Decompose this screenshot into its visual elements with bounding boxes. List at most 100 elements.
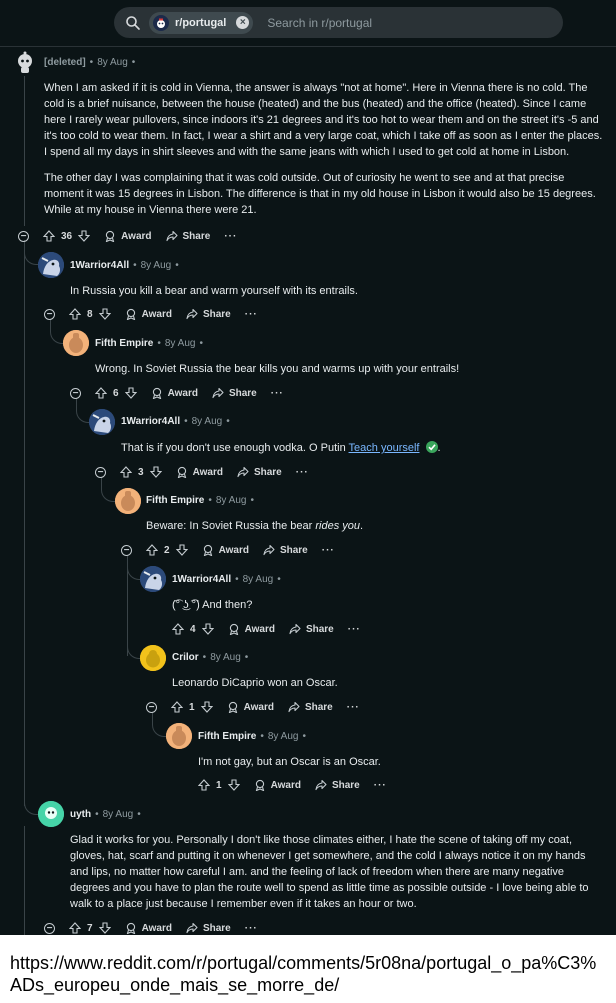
share-icon <box>263 544 275 556</box>
share-button[interactable]: Share <box>237 466 282 478</box>
comment-meta: uyth • 8y Aug • <box>70 809 145 820</box>
downvote-icon[interactable] <box>201 623 214 635</box>
award-button[interactable]: Award <box>151 387 198 399</box>
comment-paragraph: The other day I was complaining that it … <box>44 172 596 216</box>
comment-time: 8y Aug <box>140 260 172 271</box>
avatar[interactable] <box>89 409 115 435</box>
collapse-thread-button[interactable]: − <box>121 544 132 556</box>
comment-paragraph: Glad it works for you. Personally I don'… <box>70 834 589 910</box>
award-button[interactable]: Award <box>104 230 152 242</box>
comment-actions: 1 Award Share ··· <box>198 776 387 794</box>
share-label: Share <box>202 308 231 320</box>
share-button[interactable]: Share <box>186 308 231 320</box>
comment-author[interactable]: Crilor <box>172 652 199 663</box>
comment-paragraph: When I am asked if it is cold in Vienna,… <box>44 82 603 158</box>
upvote-icon[interactable] <box>171 701 183 713</box>
search-input[interactable] <box>265 14 520 31</box>
downvote-icon[interactable] <box>227 779 240 791</box>
comment-author[interactable]: Fifth Empire <box>198 731 256 742</box>
comment-time: 8y Aug <box>102 809 134 820</box>
more-options-button[interactable]: ··· <box>322 545 335 556</box>
downvote-icon[interactable] <box>124 387 137 399</box>
thread-line <box>24 246 25 806</box>
upvote-icon[interactable] <box>43 230 55 242</box>
downvote-icon[interactable] <box>149 466 162 478</box>
more-options-button[interactable]: ··· <box>271 388 284 399</box>
more-options-button[interactable]: ··· <box>245 309 258 320</box>
more-options-button[interactable]: ··· <box>296 467 309 478</box>
downvote-icon[interactable] <box>98 308 111 320</box>
award-button[interactable]: Award <box>125 922 172 934</box>
more-options-button[interactable]: ··· <box>224 231 237 242</box>
comment-author[interactable]: Fifth Empire <box>95 338 153 349</box>
share-button[interactable]: Share <box>165 230 211 242</box>
award-button[interactable]: Award <box>228 623 275 635</box>
share-button[interactable]: Share <box>263 544 308 556</box>
award-icon <box>126 922 135 934</box>
share-label: Share <box>279 544 308 556</box>
share-label: Share <box>182 230 211 242</box>
award-icon <box>177 466 186 478</box>
more-options-button[interactable]: ··· <box>348 624 361 635</box>
comment-author[interactable]: uyth <box>70 809 91 820</box>
downvote-icon[interactable] <box>175 544 188 556</box>
downvote-icon[interactable] <box>200 701 213 713</box>
more-options-button[interactable]: ··· <box>374 780 387 791</box>
avatar[interactable] <box>115 488 141 514</box>
upvote-icon[interactable] <box>120 466 132 478</box>
collapse-thread-button[interactable]: − <box>146 701 157 713</box>
award-icon <box>152 387 161 399</box>
comment-paragraph: That is if you don't use enough vodka. O… <box>121 440 606 456</box>
award-button[interactable]: Award <box>202 544 249 556</box>
separator-dot: • <box>199 338 203 349</box>
share-button[interactable]: Share <box>315 779 360 791</box>
award-button[interactable]: Award <box>176 466 223 478</box>
caption-url: https://www.reddit.com/r/portugal/commen… <box>10 953 597 995</box>
award-button[interactable]: Award <box>125 308 172 320</box>
upvote-icon[interactable] <box>146 544 158 556</box>
comment-author[interactable]: 1Warrior4All <box>70 260 129 271</box>
vote-score: 1 <box>216 779 222 791</box>
upvote-icon[interactable] <box>198 779 210 791</box>
share-button[interactable]: Share <box>186 922 231 934</box>
upvote-icon[interactable] <box>69 308 81 320</box>
comment-meta: [deleted] • 8y Aug • <box>44 57 139 68</box>
collapse-thread-button[interactable]: − <box>95 466 106 478</box>
comment-author[interactable]: Fifth Empire <box>146 495 204 506</box>
avatar[interactable] <box>166 723 192 749</box>
collapse-thread-button[interactable]: − <box>18 230 29 242</box>
upvote-icon[interactable] <box>172 623 184 635</box>
comment-meta: 1Warrior4All • 8y Aug • <box>70 260 183 271</box>
award-button[interactable]: Award <box>227 701 274 713</box>
collapse-thread-button[interactable]: − <box>70 387 81 399</box>
share-button[interactable]: Share <box>212 387 257 399</box>
search-bar[interactable]: r/portugal × <box>114 7 563 38</box>
share-button[interactable]: Share <box>289 623 334 635</box>
avatar[interactable] <box>38 801 64 827</box>
avatar[interactable] <box>12 50 38 76</box>
comment-author[interactable]: 1Warrior4All <box>121 416 180 427</box>
avatar[interactable] <box>140 566 166 592</box>
collapse-thread-button[interactable]: − <box>44 308 55 320</box>
teach-yourself-link[interactable]: Teach yourself <box>349 442 420 454</box>
award-label: Award <box>121 230 152 242</box>
upvote-icon[interactable] <box>69 922 81 934</box>
clear-community-icon[interactable]: × <box>236 16 250 29</box>
comment-meta: Fifth Empire • 8y Aug • <box>146 495 258 506</box>
upvote-icon[interactable] <box>95 387 107 399</box>
comment-author[interactable]: [deleted] <box>44 57 86 68</box>
avatar[interactable] <box>38 252 64 278</box>
downvote-icon[interactable] <box>98 922 111 934</box>
more-options-button[interactable]: ··· <box>347 702 360 713</box>
avatar[interactable] <box>63 330 89 356</box>
comment-author[interactable]: 1Warrior4All <box>172 574 231 585</box>
avatar[interactable] <box>140 645 166 671</box>
share-button[interactable]: Share <box>288 701 333 713</box>
award-label: Award <box>141 308 172 320</box>
separator-dot: • <box>133 260 137 271</box>
collapse-thread-button[interactable]: − <box>44 922 55 934</box>
award-button[interactable]: Award <box>254 779 301 791</box>
more-options-button[interactable]: ··· <box>245 923 258 934</box>
share-icon <box>237 466 249 478</box>
downvote-icon[interactable] <box>78 230 91 242</box>
